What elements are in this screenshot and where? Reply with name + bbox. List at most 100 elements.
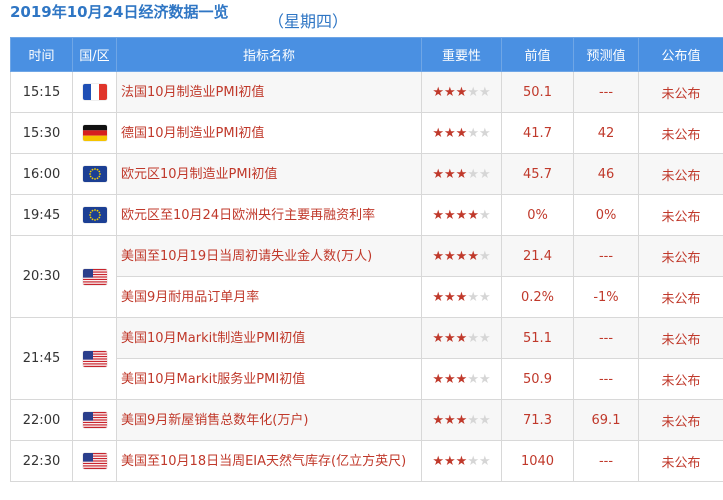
cell-previous: 1040 <box>501 440 574 482</box>
cell-forecast: --- <box>573 317 639 359</box>
eu-flag-icon <box>82 166 107 182</box>
cell-indicator-name[interactable]: 美国10月Markit服务业PMI初值 <box>116 358 422 400</box>
cell-previous: 0% <box>501 194 574 236</box>
cell-actual: 未公布 <box>638 194 723 236</box>
cell-importance: ★★★★★ <box>421 235 502 277</box>
star-empty-icon: ★ <box>467 412 479 428</box>
fr-flag-icon <box>82 84 107 100</box>
table-row: 美国9月耐用品订单月率 ★★★★★ 0.2% -1% 未公布 <box>11 276 723 318</box>
star-filled-icon: ★ <box>432 248 445 264</box>
cell-time: 15:30 <box>10 112 73 154</box>
cell-previous: 50.9 <box>501 358 574 400</box>
table-row: 22:30 美国至10月18日当周EIA天然气库存(亿立方英尺) ★★★★★ 1040… <box>10 440 723 482</box>
star-empty-icon: ★ <box>467 125 479 141</box>
star-filled-icon: ★ <box>455 412 468 428</box>
cell-indicator-name[interactable]: 法国10月制造业PMI初值 <box>116 71 422 113</box>
cell-previous: 50.1 <box>501 71 574 113</box>
star-filled-icon: ★ <box>444 248 456 264</box>
cell-importance: ★★★★★ <box>421 399 502 441</box>
star-filled-icon: ★ <box>455 207 468 223</box>
star-filled-icon: ★ <box>432 453 445 469</box>
star-filled-icon: ★ <box>444 125 456 141</box>
star-empty-icon: ★ <box>478 330 491 346</box>
star-filled-icon: ★ <box>444 289 456 305</box>
cell-importance: ★★★★★ <box>421 358 502 400</box>
table-row: 20:30 美国至10月19日当周初请失业金人数(万人) ★★★★★ 21.4 --- 未… <box>10 235 723 318</box>
star-filled-icon: ★ <box>455 125 468 141</box>
cell-indicator-name[interactable]: 德国10月制造业PMI初值 <box>116 112 422 154</box>
star-empty-icon: ★ <box>467 371 479 387</box>
cell-indicator-name[interactable]: 欧元区10月制造业PMI初值 <box>116 153 422 195</box>
star-filled-icon: ★ <box>444 330 456 346</box>
cell-previous: 71.3 <box>501 399 574 441</box>
us-flag-icon <box>82 453 107 469</box>
cell-actual: 未公布 <box>638 235 723 277</box>
star-empty-icon: ★ <box>478 371 491 387</box>
cell-previous: 45.7 <box>501 153 574 195</box>
column-header-actual: 公布值 <box>638 37 723 72</box>
star-filled-icon: ★ <box>455 371 468 387</box>
cell-importance: ★★★★★ <box>421 276 502 318</box>
star-filled-icon: ★ <box>444 207 456 223</box>
table-row: 15:30 德国10月制造业PMI初值 ★★★★★ 41.7 42 未公布 <box>10 112 723 154</box>
column-header-forecast: 预测值 <box>573 37 639 72</box>
table-row: 16:00 欧元区10月制造业PMI初值 ★★★★★ 45.7 46 未公布 <box>10 153 723 195</box>
cell-indicator-name[interactable]: 美国9月新屋销售总数年化(万户) <box>116 399 422 441</box>
star-filled-icon: ★ <box>455 330 468 346</box>
star-empty-icon: ★ <box>478 207 491 223</box>
star-filled-icon: ★ <box>444 84 456 100</box>
cell-importance: ★★★★★ <box>421 112 502 154</box>
star-filled-icon: ★ <box>444 166 456 182</box>
cell-indicator-name[interactable]: 美国至10月19日当周初请失业金人数(万人) <box>116 235 422 277</box>
star-empty-icon: ★ <box>478 125 491 141</box>
cell-importance: ★★★★★ <box>421 71 502 113</box>
cell-country <box>72 235 117 318</box>
column-header-previous: 前值 <box>501 37 574 72</box>
de-flag-icon <box>82 125 107 141</box>
cell-actual: 未公布 <box>638 399 723 441</box>
table-row: 15:15 法国10月制造业PMI初值 ★★★★★ 50.1 --- 未公布 <box>10 71 723 113</box>
table-row: 22:00 美国9月新屋销售总数年化(万户) ★★★★★ 71.3 69.1 未公布 <box>10 399 723 441</box>
star-filled-icon: ★ <box>455 84 468 100</box>
economic-calendar-table: 时间 国/区 指标名称 重要性 前值 预测值 公布值 15:15 法国10月制造业… <box>10 37 723 482</box>
cell-forecast: 0% <box>573 194 639 236</box>
column-header-importance: 重要性 <box>421 37 502 72</box>
cell-indicator-name[interactable]: 美国9月耐用品订单月率 <box>116 276 422 318</box>
cell-actual: 未公布 <box>638 317 723 359</box>
star-empty-icon: ★ <box>467 166 479 182</box>
star-filled-icon: ★ <box>455 289 468 305</box>
cell-actual: 未公布 <box>638 440 723 482</box>
star-empty-icon: ★ <box>478 248 491 264</box>
eu-flag-icon <box>82 207 107 223</box>
column-header-indicator: 指标名称 <box>116 37 422 72</box>
cell-indicator-name[interactable]: 美国10月Markit制造业PMI初值 <box>116 317 422 359</box>
star-filled-icon: ★ <box>444 453 456 469</box>
cell-previous: 21.4 <box>501 235 574 277</box>
cell-forecast: 46 <box>573 153 639 195</box>
cell-time: 15:15 <box>10 71 73 113</box>
star-filled-icon: ★ <box>432 412 445 428</box>
cell-country <box>72 153 117 195</box>
cell-time: 19:45 <box>10 194 73 236</box>
star-filled-icon: ★ <box>455 248 468 264</box>
star-filled-icon: ★ <box>467 207 479 223</box>
star-empty-icon: ★ <box>478 84 491 100</box>
cell-actual: 未公布 <box>638 276 723 318</box>
cell-importance: ★★★★★ <box>421 194 502 236</box>
star-filled-icon: ★ <box>444 371 456 387</box>
cell-importance: ★★★★★ <box>421 153 502 195</box>
cell-country <box>72 194 117 236</box>
star-empty-icon: ★ <box>478 453 491 469</box>
star-empty-icon: ★ <box>467 84 479 100</box>
us-flag-icon <box>82 350 107 367</box>
star-filled-icon: ★ <box>455 166 468 182</box>
star-empty-icon: ★ <box>478 166 491 182</box>
star-filled-icon: ★ <box>432 84 445 100</box>
page-title: 2019年10月24日经济数据一览 <box>10 3 229 21</box>
cell-indicator-name[interactable]: 欧元区至10月24日欧洲央行主要再融资利率 <box>116 194 422 236</box>
cell-forecast: --- <box>573 440 639 482</box>
star-filled-icon: ★ <box>432 166 445 182</box>
us-flag-icon <box>82 268 107 285</box>
cell-indicator-name[interactable]: 美国至10月18日当周EIA天然气库存(亿立方英尺) <box>116 440 422 482</box>
page-weekday: （星期四） <box>268 12 349 31</box>
